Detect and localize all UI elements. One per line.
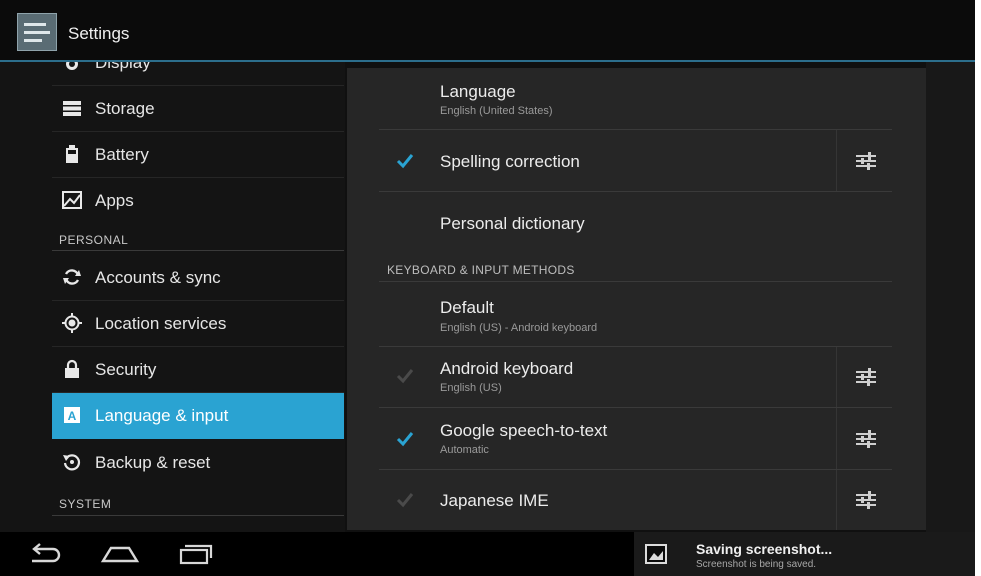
sidebar-item-battery[interactable]: Battery <box>52 132 344 178</box>
sidebar-item-label: Display <box>95 62 151 72</box>
screenshot-notification[interactable]: Saving screenshot... Screenshot is being… <box>634 532 975 576</box>
recent-apps-icon <box>179 544 213 565</box>
location-icon <box>62 313 82 333</box>
sidebar-item-label: Apps <box>95 191 134 210</box>
battery-icon <box>66 145 78 163</box>
setting-summary: English (United States) <box>440 105 553 117</box>
settings-sliders-icon <box>856 152 876 170</box>
recent-apps-button[interactable] <box>170 540 220 568</box>
check-icon[interactable] <box>396 367 414 385</box>
svg-text:A: A <box>68 409 77 423</box>
japanese-ime-setting[interactable]: Japanese IME <box>379 470 892 530</box>
setting-summary: English (US) <box>440 382 502 394</box>
back-button[interactable] <box>20 540 70 568</box>
language-input-pane[interactable]: Language English (United States) Spellin… <box>347 68 926 530</box>
personal-dictionary-setting[interactable]: Personal dictionary <box>379 192 892 254</box>
brightness-icon <box>66 62 78 70</box>
setting-title: Default <box>440 298 494 317</box>
japanese-ime-settings-button[interactable] <box>836 470 892 530</box>
settings-sliders-icon <box>856 368 876 386</box>
sidebar-item-display[interactable]: Display <box>52 62 344 86</box>
sidebar-item-label: Language & input <box>95 406 229 425</box>
notification-title: Saving screenshot... <box>696 541 833 557</box>
sync-icon <box>63 269 81 285</box>
language-setting[interactable]: Language English (United States) <box>379 68 892 130</box>
setting-title: Spelling correction <box>440 152 580 171</box>
apps-icon <box>62 191 82 209</box>
settings-sidebar[interactable]: Display Storage Battery Apps PERSONAL Ac… <box>0 62 345 532</box>
sidebar-item-location-services[interactable]: Location services <box>52 301 344 347</box>
storage-icon <box>63 101 81 116</box>
sidebar-item-security[interactable]: Security <box>52 347 344 393</box>
sidebar-item-apps[interactable]: Apps <box>52 178 344 224</box>
google-speech-settings-button[interactable] <box>836 408 892 469</box>
android-keyboard-settings-button[interactable] <box>836 347 892 407</box>
back-icon <box>32 543 61 563</box>
notification-text: Screenshot is being saved. <box>696 559 817 570</box>
spelling-settings-button[interactable] <box>836 130 892 191</box>
sidebar-item-label: Storage <box>95 99 155 118</box>
check-icon[interactable] <box>396 430 414 448</box>
sidebar-item-backup-reset[interactable]: Backup & reset <box>52 440 344 486</box>
section-header-system: SYSTEM <box>59 497 112 511</box>
sidebar-item-accounts-sync[interactable]: Accounts & sync <box>52 255 344 301</box>
action-bar: Settings <box>0 0 975 62</box>
spelling-correction-setting[interactable]: Spelling correction <box>379 130 892 192</box>
setting-title: Japanese IME <box>440 491 549 510</box>
sidebar-item-label: Battery <box>95 145 149 164</box>
check-icon[interactable] <box>396 491 414 509</box>
section-header-personal: PERSONAL <box>59 233 129 247</box>
setting-title: Personal dictionary <box>440 214 585 233</box>
default-input-setting[interactable]: Default English (US) - Android keyboard <box>379 285 892 347</box>
home-icon <box>100 546 140 563</box>
lock-icon <box>65 359 79 378</box>
sidebar-item-storage[interactable]: Storage <box>52 86 344 132</box>
check-icon[interactable] <box>396 152 414 170</box>
section-divider <box>52 515 344 516</box>
backup-icon <box>63 454 81 471</box>
settings-sliders-icon <box>856 491 876 509</box>
content-margin <box>926 62 975 532</box>
sidebar-item-label: Security <box>95 360 157 379</box>
language-icon: A <box>64 407 80 423</box>
device-screen: Settings Display Storage Battery Apps PE… <box>0 0 975 576</box>
sidebar-item-label: Location services <box>95 314 227 333</box>
sidebar-item-label: Accounts & sync <box>95 268 221 287</box>
setting-title: Language <box>440 82 516 101</box>
android-keyboard-setting[interactable]: Android keyboard English (US) <box>379 347 892 408</box>
home-button[interactable] <box>95 540 145 568</box>
app-title: Settings <box>68 24 130 43</box>
sidebar-item-language-input[interactable]: A Language & input <box>52 393 344 439</box>
image-icon <box>645 544 667 564</box>
setting-summary: Automatic <box>440 444 489 456</box>
setting-title: Google speech-to-text <box>440 421 608 440</box>
keyboard-input-methods-header: KEYBOARD & INPUT METHODS <box>387 263 575 277</box>
settings-sliders-icon <box>856 430 876 448</box>
google-speech-setting[interactable]: Google speech-to-text Automatic <box>379 408 892 470</box>
section-divider <box>52 250 344 251</box>
settings-app-icon[interactable] <box>17 13 57 51</box>
sidebar-item-label: Backup & reset <box>95 453 211 472</box>
setting-summary: English (US) - Android keyboard <box>440 322 598 334</box>
category-divider <box>379 281 892 282</box>
setting-title: Android keyboard <box>440 359 574 378</box>
